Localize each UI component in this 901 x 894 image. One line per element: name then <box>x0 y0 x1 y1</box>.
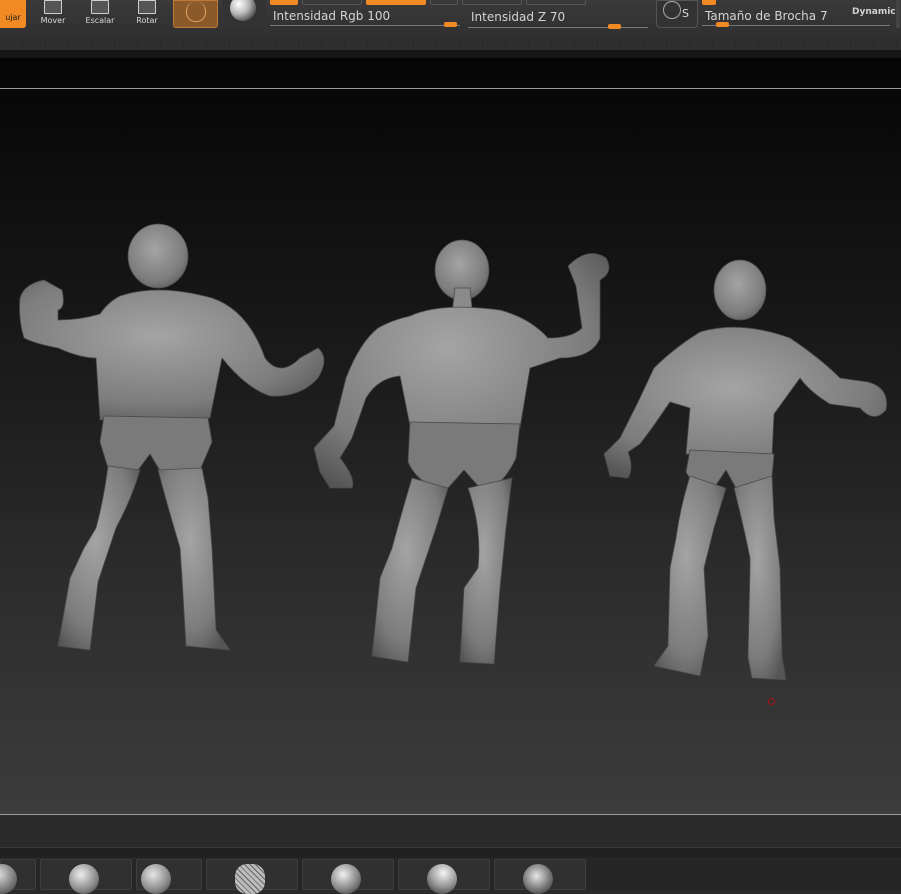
brush-slot-sphere[interactable] <box>40 859 132 894</box>
rgb-intensity-label: Intensidad Rgb 100 <box>273 9 391 23</box>
rgb-intensity-track <box>270 25 460 26</box>
top-toolbar: ujar Mover Escalar Rotar Intensidad Rgb … <box>0 0 901 39</box>
rotate-label: Rotar <box>136 16 158 25</box>
z-intensity-label: Intensidad Z 70 <box>471 10 566 24</box>
move-icon <box>44 0 62 14</box>
scale-button[interactable]: Escalar <box>78 0 122 28</box>
figure-1 <box>19 223 325 651</box>
z-intensity-knob[interactable] <box>608 24 621 29</box>
material-icon <box>186 1 206 22</box>
symmetry-button[interactable]: S <box>656 0 698 28</box>
draw-label: ujar <box>5 13 21 22</box>
rotate-icon <box>138 0 156 14</box>
rotate-button[interactable]: Rotar <box>125 0 169 28</box>
transform-pivot-marker <box>768 698 775 705</box>
zadd-toggle[interactable] <box>430 0 458 5</box>
matcap-sphere-icon <box>230 0 256 21</box>
material-button[interactable] <box>173 0 218 28</box>
brush-size-knob[interactable] <box>716 22 729 27</box>
brush-slot-inflate[interactable] <box>302 859 394 894</box>
brush-slot-mesh[interactable] <box>206 859 298 894</box>
toolbar-divider <box>896 0 900 28</box>
move-label: Mover <box>40 16 66 25</box>
draw-button[interactable]: ujar <box>0 0 26 28</box>
zcut-toggle[interactable] <box>526 0 586 5</box>
scale-icon <box>91 0 109 14</box>
focal-shift-knob[interactable] <box>702 0 716 5</box>
symmetry-icon <box>663 1 681 19</box>
scale-label: Escalar <box>85 16 115 25</box>
brush-shelf <box>0 857 901 894</box>
brush-size-track <box>702 25 890 26</box>
symmetry-label: S <box>682 7 689 20</box>
rgb-intensity-knob[interactable] <box>444 22 457 27</box>
figure-2 <box>313 239 610 665</box>
brush-slot-smooth[interactable] <box>398 859 490 894</box>
rgb-toggle[interactable] <box>302 0 362 5</box>
mrgb-toggle[interactable] <box>270 0 298 5</box>
brush-size-label: Tamaño de Brocha 7 <box>705 9 828 23</box>
figure-3 <box>603 259 887 681</box>
z-intensity-track <box>468 27 648 28</box>
dynamic-toggle[interactable]: Dynamic <box>852 7 896 17</box>
zsub-toggle[interactable] <box>462 0 522 5</box>
brush-shelf-empty <box>590 859 901 890</box>
sculpted-figures <box>19 223 887 681</box>
viewport-canvas[interactable] <box>0 58 901 815</box>
move-button[interactable]: Mover <box>31 0 75 28</box>
matcap-button[interactable] <box>222 0 266 28</box>
brush-slot-clay[interactable] <box>136 859 202 894</box>
bottom-panel <box>0 815 901 847</box>
canvas-top-bar <box>0 50 901 58</box>
brush-slot-standard[interactable] <box>0 859 36 894</box>
brush-slot-damstandard[interactable] <box>494 859 586 894</box>
m-toggle[interactable] <box>366 0 426 5</box>
